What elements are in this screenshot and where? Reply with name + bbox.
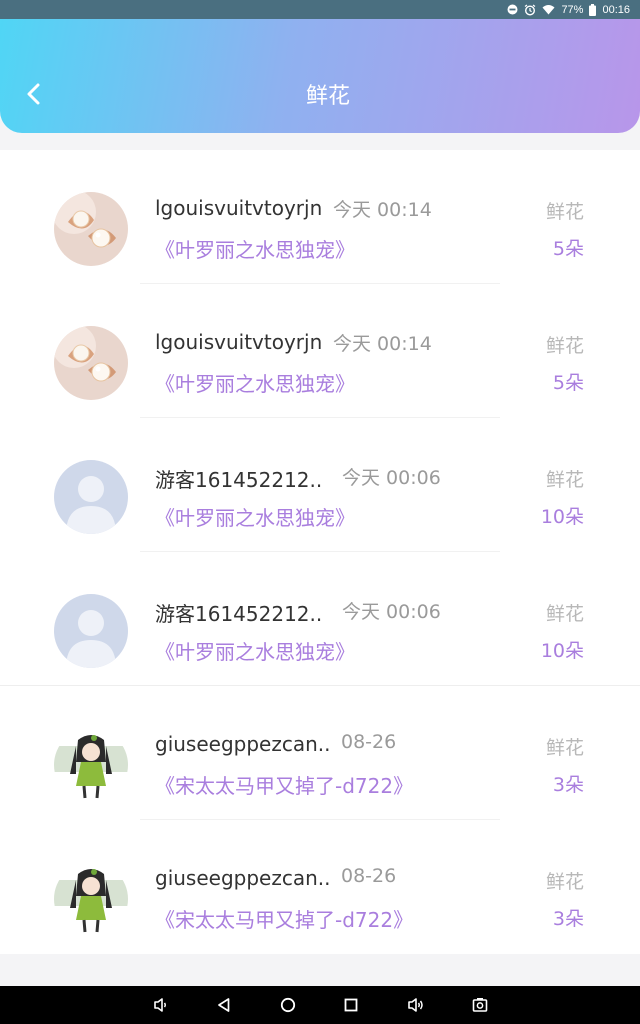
avatar[interactable] <box>54 192 128 266</box>
anime-girl-avatar-image <box>54 862 128 936</box>
default-person-icon <box>54 594 128 668</box>
gift-count: 10朵 <box>540 640 584 662</box>
status-bar: 77% 00:16 <box>0 0 640 19</box>
send-time: 今天 00:06 <box>342 467 441 489</box>
volume-up-icon[interactable] <box>406 995 426 1015</box>
gift-count: 3朵 <box>552 908 584 930</box>
back-triangle-icon[interactable] <box>214 995 234 1015</box>
flower-record-list: lgouisvuitvtoyrjn 今天 00:14 《叶罗丽之水思独宠》 鲜花… <box>0 150 640 954</box>
book-title-link[interactable]: 《叶罗丽之水思独宠》 <box>155 368 355 397</box>
anime-girl-avatar-image <box>54 728 128 802</box>
user-name: lgouisvuitvtoyrjn <box>155 196 323 220</box>
earrings-avatar-image <box>54 326 128 400</box>
status-time: 00:16 <box>602 3 630 16</box>
user-name: 游客161452212.. <box>155 468 323 492</box>
minus-circle-icon <box>507 4 518 15</box>
book-title-link[interactable]: 《叶罗丽之水思独宠》 <box>155 234 355 263</box>
recents-square-icon[interactable] <box>341 995 361 1015</box>
avatar[interactable] <box>54 326 128 400</box>
system-navigation-bar <box>0 986 640 1024</box>
avatar[interactable] <box>54 862 128 936</box>
send-time: 今天 00:14 <box>333 333 432 355</box>
page-title: 鲜花 <box>305 84 350 109</box>
list-item[interactable]: giuseegppezcan.. 08-26 《宋太太马甲又掉了-d722》 鲜… <box>0 686 640 820</box>
gift-label: 鲜花 <box>545 871 584 893</box>
header-bar: 77% 00:16 鲜花 <box>0 0 640 133</box>
book-title-link[interactable]: 《叶罗丽之水思独宠》 <box>155 502 355 531</box>
gift-count: 5朵 <box>552 238 584 260</box>
send-time: 08-26 <box>341 865 397 887</box>
send-time: 今天 00:06 <box>342 601 441 623</box>
battery-icon <box>589 3 597 16</box>
avatar[interactable] <box>54 594 128 668</box>
battery-percent: 77% <box>561 3 584 16</box>
gift-label: 鲜花 <box>545 603 584 625</box>
list-item[interactable]: 游客161452212.. 今天 00:06 《叶罗丽之水思独宠》 鲜花 10朵 <box>0 552 640 686</box>
user-name: 游客161452212.. <box>155 602 323 626</box>
gift-count: 3朵 <box>552 774 584 796</box>
gift-label: 鲜花 <box>545 335 584 357</box>
list-item[interactable]: giuseegppezcan.. 08-26 《宋太太马甲又掉了-d722》 鲜… <box>0 820 640 954</box>
list-item[interactable]: lgouisvuitvtoyrjn 今天 00:14 《叶罗丽之水思独宠》 鲜花… <box>0 284 640 418</box>
avatar[interactable] <box>54 728 128 802</box>
book-title-link[interactable]: 《宋太太马甲又掉了-d722》 <box>155 770 413 799</box>
user-name: lgouisvuitvtoyrjn <box>155 330 323 354</box>
gift-label: 鲜花 <box>545 469 584 491</box>
gift-label: 鲜花 <box>545 201 584 223</box>
user-name: giuseegppezcan.. <box>155 866 331 890</box>
default-person-icon <box>54 460 128 534</box>
screenshot-icon[interactable] <box>470 995 490 1015</box>
book-title-link[interactable]: 《宋太太马甲又掉了-d722》 <box>155 904 413 933</box>
wifi-icon <box>542 4 555 15</box>
list-item[interactable]: 游客161452212.. 今天 00:06 《叶罗丽之水思独宠》 鲜花 10朵 <box>0 418 640 552</box>
alarm-icon <box>524 4 536 16</box>
send-time: 今天 00:14 <box>333 199 432 221</box>
gift-count: 10朵 <box>540 506 584 528</box>
gift-label: 鲜花 <box>545 737 584 759</box>
gift-count: 5朵 <box>552 372 584 394</box>
send-time: 08-26 <box>341 731 397 753</box>
user-name: giuseegppezcan.. <box>155 732 331 756</box>
volume-down-icon[interactable] <box>151 995 171 1015</box>
earrings-avatar-image <box>54 192 128 266</box>
home-circle-icon[interactable] <box>278 995 298 1015</box>
book-title-link[interactable]: 《叶罗丽之水思独宠》 <box>155 636 355 665</box>
avatar[interactable] <box>54 460 128 534</box>
list-item[interactable]: lgouisvuitvtoyrjn 今天 00:14 《叶罗丽之水思独宠》 鲜花… <box>0 150 640 284</box>
